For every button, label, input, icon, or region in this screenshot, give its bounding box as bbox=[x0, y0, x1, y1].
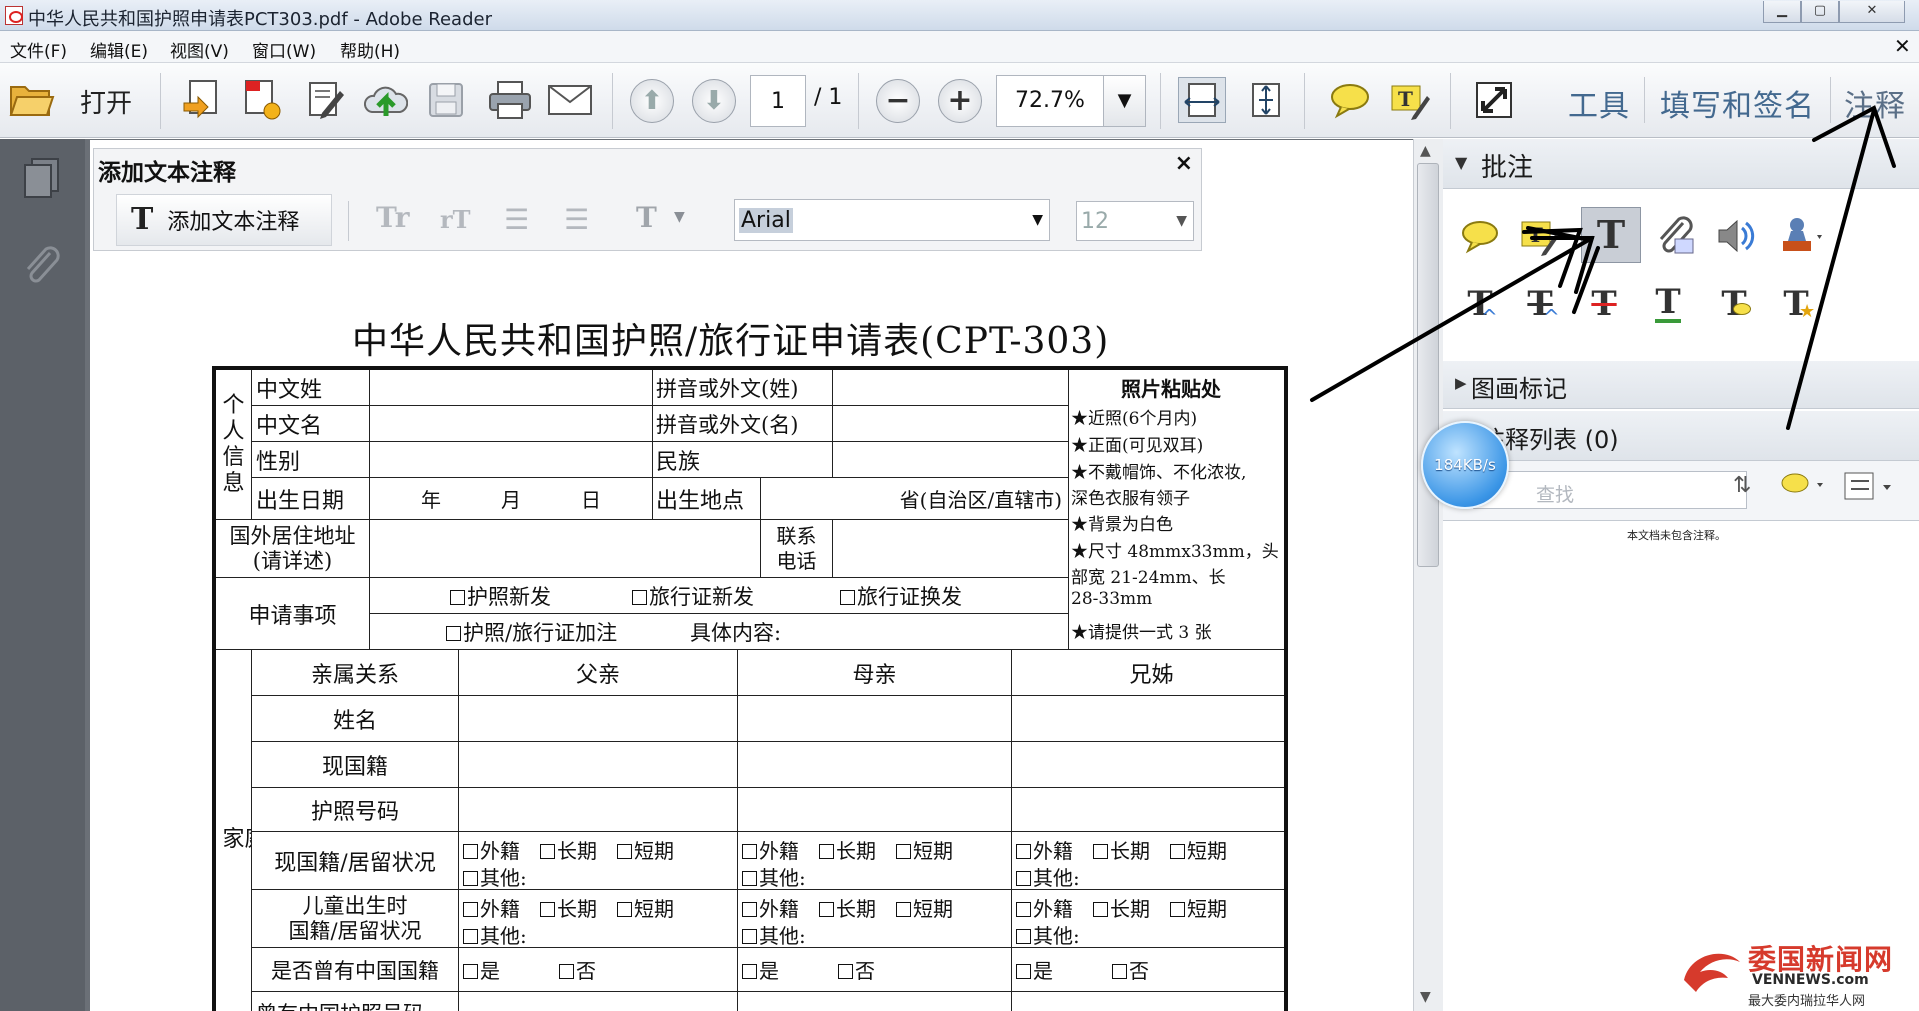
watermark: 委国新闻网 VENNEWS.com 最大委内瑞拉华人网 bbox=[1676, 932, 1916, 1010]
watermark-logo-icon bbox=[1684, 953, 1740, 992]
watermark-url: VENNEWS.com bbox=[1752, 972, 1869, 988]
watermark-slogan: 最大委内瑞拉华人网 bbox=[1748, 994, 1866, 1009]
instruction-arrows bbox=[1310, 105, 1896, 430]
